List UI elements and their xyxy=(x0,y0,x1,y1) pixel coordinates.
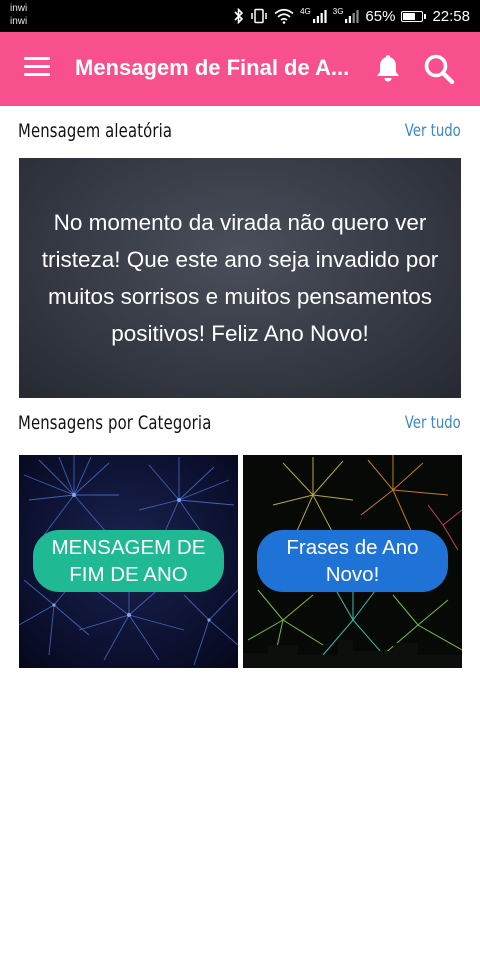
category-see-all-link[interactable]: Ver tudo xyxy=(405,413,461,433)
status-bar: inwi inwi 4G 3G 65% 22:58 xyxy=(0,0,480,32)
app-bar: Mensagem de Final de A... xyxy=(0,32,480,106)
signal-icon xyxy=(345,10,360,23)
vibrate-icon xyxy=(251,8,267,24)
battery-icon xyxy=(401,10,427,22)
category-section-title: Mensagens por Categoria xyxy=(18,412,212,434)
app-title: Mensagem de Final de A... xyxy=(75,55,350,80)
random-section-title: Mensagem aleatória xyxy=(18,120,173,142)
battery-level xyxy=(403,12,416,20)
clock: 22:58 xyxy=(432,7,470,25)
wifi-icon xyxy=(274,8,294,24)
category-card-fim-de-ano[interactable]: MENSAGEM DE FIM DE ANO xyxy=(19,455,238,668)
carrier-2: inwi xyxy=(10,16,28,27)
screen: inwi inwi 4G 3G 65% 22:58 Mensagem de Fi… xyxy=(0,0,480,960)
random-message-text: No momento da virada não quero ver trist… xyxy=(41,210,439,346)
bluetooth-icon xyxy=(234,8,244,24)
carrier-1: inwi xyxy=(10,3,28,14)
network-type-1: 4G xyxy=(300,6,311,16)
battery-percent: 65% xyxy=(365,7,396,25)
carrier-labels: inwi inwi xyxy=(10,2,27,28)
random-see-all-link[interactable]: Ver tudo xyxy=(405,121,461,141)
category-card-ano-novo[interactable]: Frases de Ano Novo! xyxy=(243,455,462,668)
network-type-2: 3G xyxy=(332,6,344,16)
status-icons: 4G 3G 65% 22:58 xyxy=(234,5,470,27)
search-icon[interactable] xyxy=(423,53,455,85)
signal-icon xyxy=(312,10,327,23)
bell-icon[interactable] xyxy=(374,53,402,83)
random-message-card[interactable]: No momento da virada não quero ver trist… xyxy=(19,158,461,398)
category-button-fim-de-ano[interactable]: MENSAGEM DE FIM DE ANO xyxy=(33,530,224,592)
menu-icon[interactable] xyxy=(24,57,50,79)
category-button-ano-novo[interactable]: Frases de Ano Novo! xyxy=(257,530,448,592)
